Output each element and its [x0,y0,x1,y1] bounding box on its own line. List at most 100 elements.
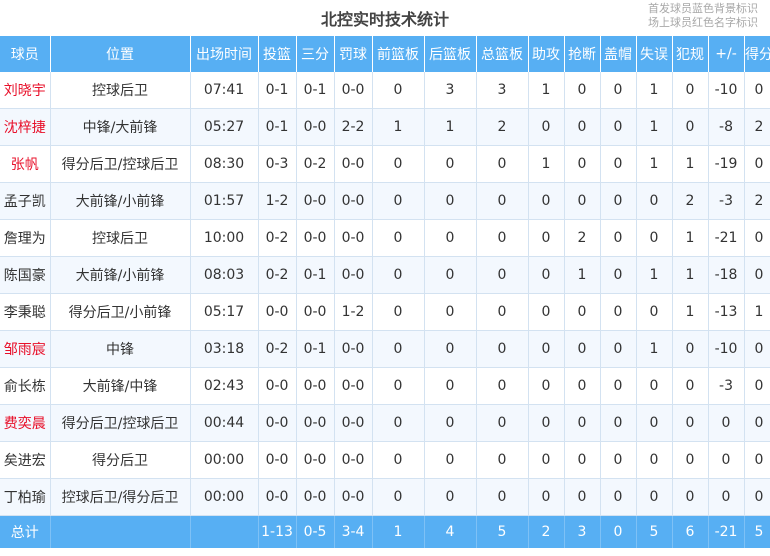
stat-cell-fg: 0-1 [258,108,297,146]
stat-cell-tp: 0-1 [296,256,335,294]
column-header[interactable]: 盖帽 [600,36,637,72]
table-row[interactable]: 费奕晨 得分后卫/控球后卫 00:44 0-0 0-0 0-0 0 0 0 0 0 0 0 0 0 0 [0,404,770,442]
player-name[interactable]: 俞长栋 [0,367,51,405]
column-header[interactable]: 出场时间 [190,36,259,72]
stat-cell-min: 00:00 [190,478,259,516]
table-row[interactable]: 丁柏瑜 控球后卫/得分后卫 00:00 0-0 0-0 0-0 0 0 0 0 0 0 0 0 0 0 [0,478,770,516]
column-header[interactable]: 得分 [744,36,770,72]
stat-cell-or: 0 [372,330,425,368]
column-header[interactable]: 后篮板 [424,36,477,72]
stat-cell-pf: 2 [672,182,709,220]
stat-cell-fg: 0-0 [258,404,297,442]
stat-cell-blk: 0 [600,367,637,405]
stat-cell-dr: 3 [424,72,477,109]
player-name[interactable]: 刘晓宇 [0,72,51,109]
stat-cell-blk: 0 [600,256,637,294]
stat-cell-blk: 0 [600,72,637,109]
stat-cell-min: 05:17 [190,293,259,331]
stat-cell-to: 0 [636,404,673,442]
table-row[interactable]: 孟子凯 大前锋/小前锋 01:57 1-2 0-0 0-0 0 0 0 0 0 0 0 2 -3 2 [0,182,770,220]
stat-cell-or: 0 [372,256,425,294]
stat-cell-fg: 0-0 [258,367,297,405]
stat-cell-dr: 0 [424,404,477,442]
stat-cell-tr: 0 [476,256,529,294]
column-header[interactable]: 位置 [50,36,191,72]
stat-cell-dr: 0 [424,367,477,405]
column-header[interactable]: 犯规 [672,36,709,72]
column-header[interactable]: 抢断 [564,36,601,72]
column-header[interactable]: 球员 [0,36,51,72]
stat-cell-blk: 0 [600,293,637,331]
stat-cell-stl: 0 [564,108,601,146]
table-row[interactable]: 矣进宏 得分后卫 00:00 0-0 0-0 0-0 0 0 0 0 0 0 0 0 0 0 [0,441,770,479]
stat-cell-tp: 0-0 [296,182,335,220]
stat-cell-pts: 1 [744,293,770,331]
stat-cell-ast: 0 [528,404,565,442]
stat-cell-pos: 大前锋/中锋 [50,367,191,405]
stat-cell-tr: 0 [476,219,529,257]
table-row[interactable]: 陈国豪 大前锋/小前锋 08:03 0-2 0-1 0-0 0 0 0 0 1 0 1 1 -18 0 [0,256,770,294]
column-header[interactable]: 助攻 [528,36,565,72]
stat-cell-stl: 0 [564,478,601,516]
column-header[interactable]: +/- [708,36,745,72]
table-row[interactable]: 张帆 得分后卫/控球后卫 08:30 0-3 0-2 0-0 0 0 0 1 0 0 1 1 -19 0 [0,145,770,183]
stat-cell-ft: 2-2 [334,108,373,146]
column-header[interactable]: 总篮板 [476,36,529,72]
player-name[interactable]: 詹理为 [0,219,51,257]
column-header[interactable]: 三分 [296,36,335,72]
column-header[interactable]: 投篮 [258,36,297,72]
table-row[interactable]: 詹理为 控球后卫 10:00 0-2 0-0 0-0 0 0 0 0 2 0 0 1 -21 0 [0,219,770,257]
player-name[interactable]: 张帆 [0,145,51,183]
stat-cell-to: 1 [636,145,673,183]
total-label: 总计 [0,515,51,548]
stat-cell-pts: 0 [744,256,770,294]
player-name[interactable]: 费奕晨 [0,404,51,442]
stat-cell-pm: -21 [708,219,745,257]
stat-cell-or: 0 [372,293,425,331]
stat-cell-stl: 0 [564,404,601,442]
total-row: 总计 1-13 0-5 3-4 1 4 5 2 3 0 5 6 -21 5 [0,515,770,548]
stat-cell-or: 0 [372,219,425,257]
table-row[interactable]: 刘晓宇 控球后卫 07:41 0-1 0-1 0-0 0 3 3 1 0 0 1 0 -10 0 [0,72,770,109]
stat-cell-pts: 2 [744,182,770,220]
table-body: 刘晓宇 控球后卫 07:41 0-1 0-1 0-0 0 3 3 1 0 0 1 0 -10 0 沈梓捷 中锋/大… [0,72,770,548]
stat-cell-tp: 0-0 [296,108,335,146]
stat-cell-ft: 0-0 [334,72,373,109]
player-name[interactable]: 陈国豪 [0,256,51,294]
stat-cell-to: 0 [636,478,673,516]
stat-cell-pts: 2 [744,108,770,146]
stat-cell-tr: 0 [476,145,529,183]
column-header[interactable]: 罚球 [334,36,373,72]
player-name[interactable]: 孟子凯 [0,182,51,220]
stat-cell-pts: 0 [744,145,770,183]
stat-cell-pts: 0 [744,404,770,442]
stat-cell-tr: 0 [476,404,529,442]
total-cell-tr: 5 [476,515,529,548]
stat-cell-ast: 0 [528,182,565,220]
total-cell-ast: 2 [528,515,565,548]
stat-cell-blk: 0 [600,182,637,220]
stat-cell-ast: 0 [528,108,565,146]
column-header[interactable]: 失误 [636,36,673,72]
table-row[interactable]: 沈梓捷 中锋/大前锋 05:27 0-1 0-0 2-2 1 1 2 0 0 0 1 0 -8 2 [0,108,770,146]
stat-cell-or: 1 [372,108,425,146]
player-name[interactable]: 沈梓捷 [0,108,51,146]
stat-cell-stl: 0 [564,330,601,368]
total-cell-pts: 5 [744,515,770,548]
stat-cell-min: 02:43 [190,367,259,405]
stat-cell-pm: -19 [708,145,745,183]
player-name[interactable]: 矣进宏 [0,441,51,479]
stat-cell-to: 1 [636,72,673,109]
stat-cell-dr: 1 [424,108,477,146]
player-name[interactable]: 邹雨宸 [0,330,51,368]
stat-cell-tr: 0 [476,182,529,220]
stat-cell-pf: 1 [672,145,709,183]
stat-cell-tp: 0-0 [296,478,335,516]
column-header[interactable]: 前篮板 [372,36,425,72]
player-name[interactable]: 李秉聪 [0,293,51,331]
table-row[interactable]: 李秉聪 得分后卫/小前锋 05:17 0-0 0-0 1-2 0 0 0 0 0 0 0 1 -13 1 [0,293,770,331]
player-name[interactable]: 丁柏瑜 [0,478,51,516]
table-row[interactable]: 邹雨宸 中锋 03:18 0-2 0-1 0-0 0 0 0 0 0 0 1 0 -10 0 [0,330,770,368]
table-row[interactable]: 俞长栋 大前锋/中锋 02:43 0-0 0-0 0-0 0 0 0 0 0 0 0 0 -3 0 [0,367,770,405]
stat-cell-tp: 0-0 [296,404,335,442]
